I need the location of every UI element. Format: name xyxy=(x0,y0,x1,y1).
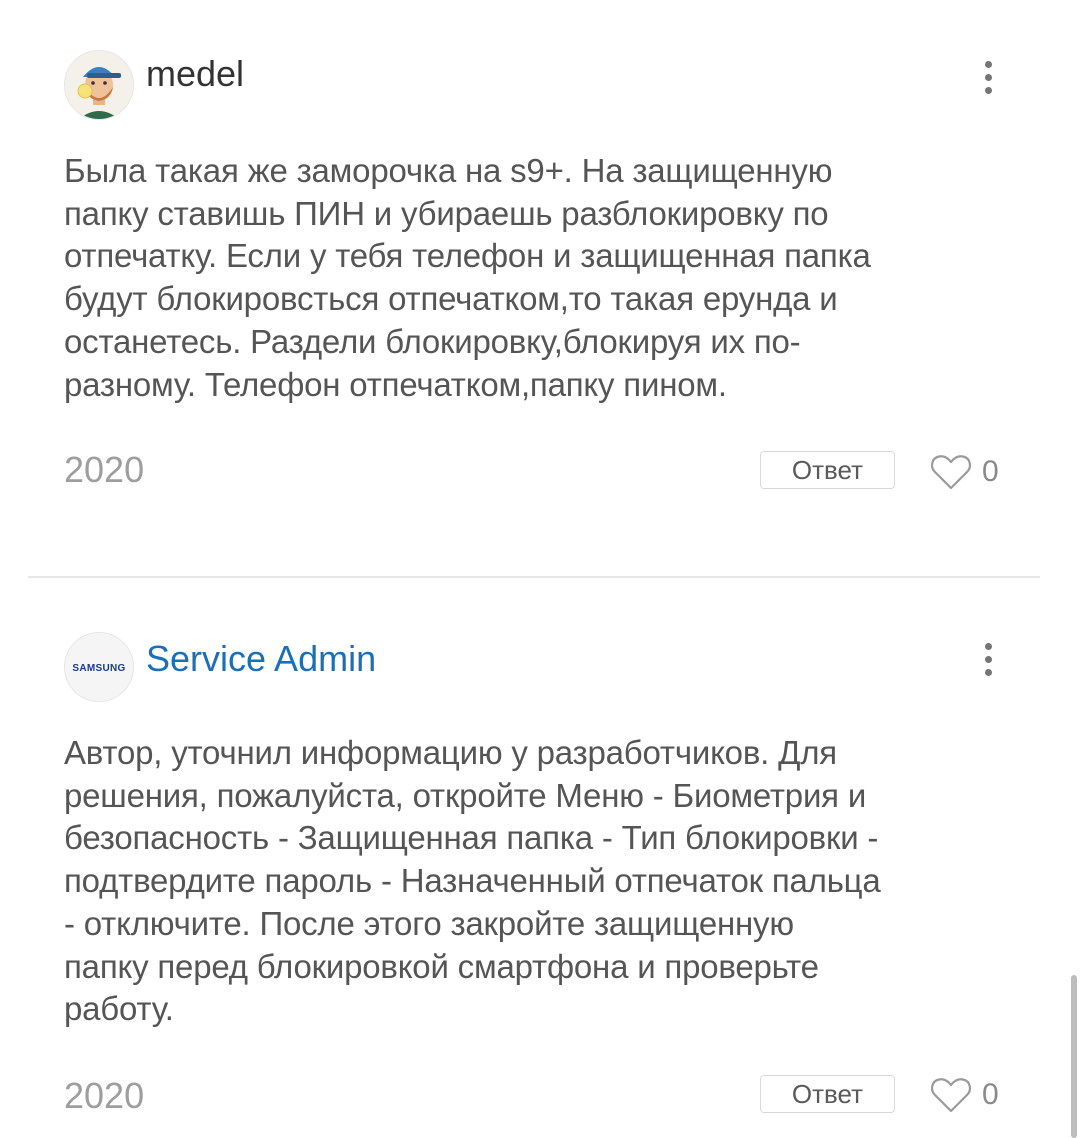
comment-text-line: подтвердите пароль - Назначенный отпечат… xyxy=(64,862,881,900)
comment-text-line: отпечатку. Если у тебя телефон и защищен… xyxy=(64,237,871,275)
comment-text-line: останетесь. Раздели блокировку,блокируя … xyxy=(64,322,801,360)
more-options-button[interactable] xyxy=(968,631,1008,687)
like-count: 0 xyxy=(982,455,999,488)
user-avatar-icon xyxy=(65,51,133,119)
comment-card: SAMSUNG Service Admin Автор, уточнил инф… xyxy=(0,580,1080,1138)
comment-text-line: папку перед блокировкой смартфона и пров… xyxy=(64,947,819,985)
comment-date: 2020 xyxy=(64,449,145,490)
samsung-logo-text: SAMSUNG xyxy=(72,663,125,674)
samsung-logo-icon: SAMSUNG xyxy=(65,633,133,701)
comment-text-line: - отключите. После этого закройте защище… xyxy=(64,904,794,942)
reply-button[interactable]: Ответ xyxy=(760,451,895,489)
avatar[interactable]: SAMSUNG xyxy=(64,632,134,702)
comment-text: Была такая же заморочка на s9+. На защищ… xyxy=(64,150,1024,406)
like-button[interactable]: 0 xyxy=(930,450,1010,494)
heart-outline-icon xyxy=(930,1078,972,1113)
comment-text-line: безопасность - Защищенная папка - Тип бл… xyxy=(64,819,879,857)
comment-date: 2020 xyxy=(64,1075,145,1116)
more-vertical-icon xyxy=(984,642,992,650)
comment-text-line: разному. Телефон отпечатком,папку пином. xyxy=(64,365,727,403)
more-options-button[interactable] xyxy=(968,49,1008,105)
like-count: 0 xyxy=(982,1078,999,1111)
comment-text-line: решения, пожалуйста, откройте Меню - Био… xyxy=(64,776,867,814)
comment-divider xyxy=(28,576,1040,578)
comments-page: medel Была такая же заморочка на s9+. На… xyxy=(0,0,1080,1138)
like-button[interactable]: 0 xyxy=(930,1073,1010,1117)
scrollbar-thumb[interactable] xyxy=(1071,975,1077,1138)
reply-button[interactable]: Ответ xyxy=(760,1075,895,1113)
avatar[interactable] xyxy=(64,50,134,120)
comment-text: Автор, уточнил информацию у разработчико… xyxy=(64,732,1024,1031)
author-name[interactable]: medel xyxy=(146,52,244,96)
heart-outline-icon xyxy=(930,455,972,490)
comment-card: medel Была такая же заморочка на s9+. На… xyxy=(0,0,1080,575)
comment-text-line: будут блокировсться отпечатком,то такая … xyxy=(64,280,838,318)
more-vertical-icon xyxy=(984,60,992,68)
author-name[interactable]: Service Admin xyxy=(146,637,376,681)
comment-text-line: Была такая же заморочка на s9+. На защищ… xyxy=(64,152,833,189)
comment-text-line: папку ставишь ПИН и убираешь разблокиров… xyxy=(64,194,829,232)
comment-text-line: Автор, уточнил информацию у разработчико… xyxy=(64,734,837,771)
comment-text-line: работу. xyxy=(64,990,174,1028)
